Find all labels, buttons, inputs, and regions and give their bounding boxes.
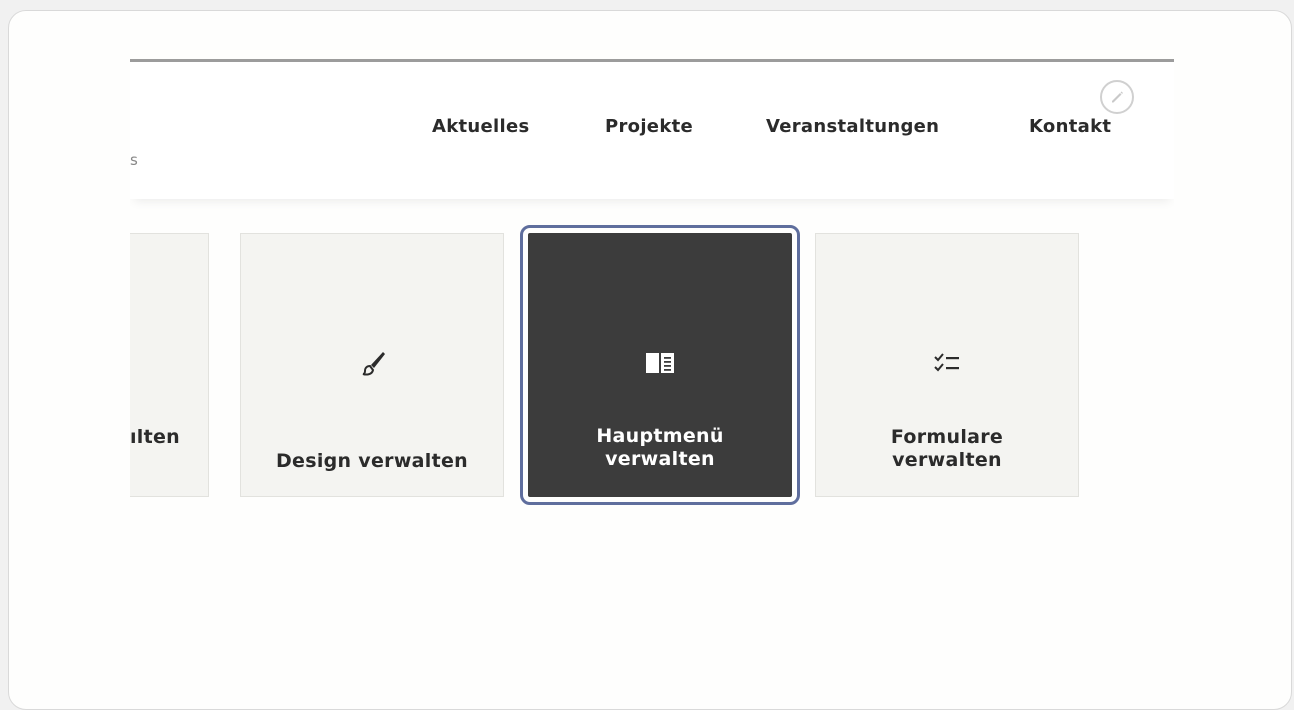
nav-link-projekte[interactable]: Projekte [605,116,693,137]
tile-hauptmenu[interactable]: Hauptmenü verwalten [520,225,800,505]
paintbrush-icon [362,352,385,376]
tile-label: Design verwalten [275,450,469,472]
tile-label: Formulare verwalten [816,426,1078,472]
tile-label: Hauptmenü verwalten [528,425,792,471]
nav-link-aktuelles[interactable]: Aktuelles [432,116,530,137]
edit-menu-button[interactable] [1100,80,1134,114]
logo-text-fragment: s [130,151,138,169]
pencil-icon [1112,91,1123,103]
page-viewport: s Aktuelles Projekte Veranstaltungen Kon… [130,59,1174,519]
tile-label-line1: Formulare [890,426,1004,448]
nav-link-veranstaltungen[interactable]: Veranstaltungen [766,116,939,137]
site-header: s Aktuelles Projekte Veranstaltungen Kon… [130,59,1174,199]
tile-label-line2: verwalten [892,449,1002,471]
nav-link-kontakt[interactable]: Kontakt [1029,116,1111,137]
tile-label-line1: Hauptmenü [596,425,724,447]
tile-design[interactable]: Design verwalten [240,233,504,497]
tile-label: ılten [130,426,180,448]
checklist-icon [934,353,959,372]
book-icon [646,353,674,373]
tile-partial[interactable]: ılten [130,233,209,497]
tile-formulare[interactable]: Formulare verwalten [815,233,1079,497]
browser-frame: s Aktuelles Projekte Veranstaltungen Kon… [8,10,1292,710]
tile-label-line2: verwalten [605,448,715,470]
